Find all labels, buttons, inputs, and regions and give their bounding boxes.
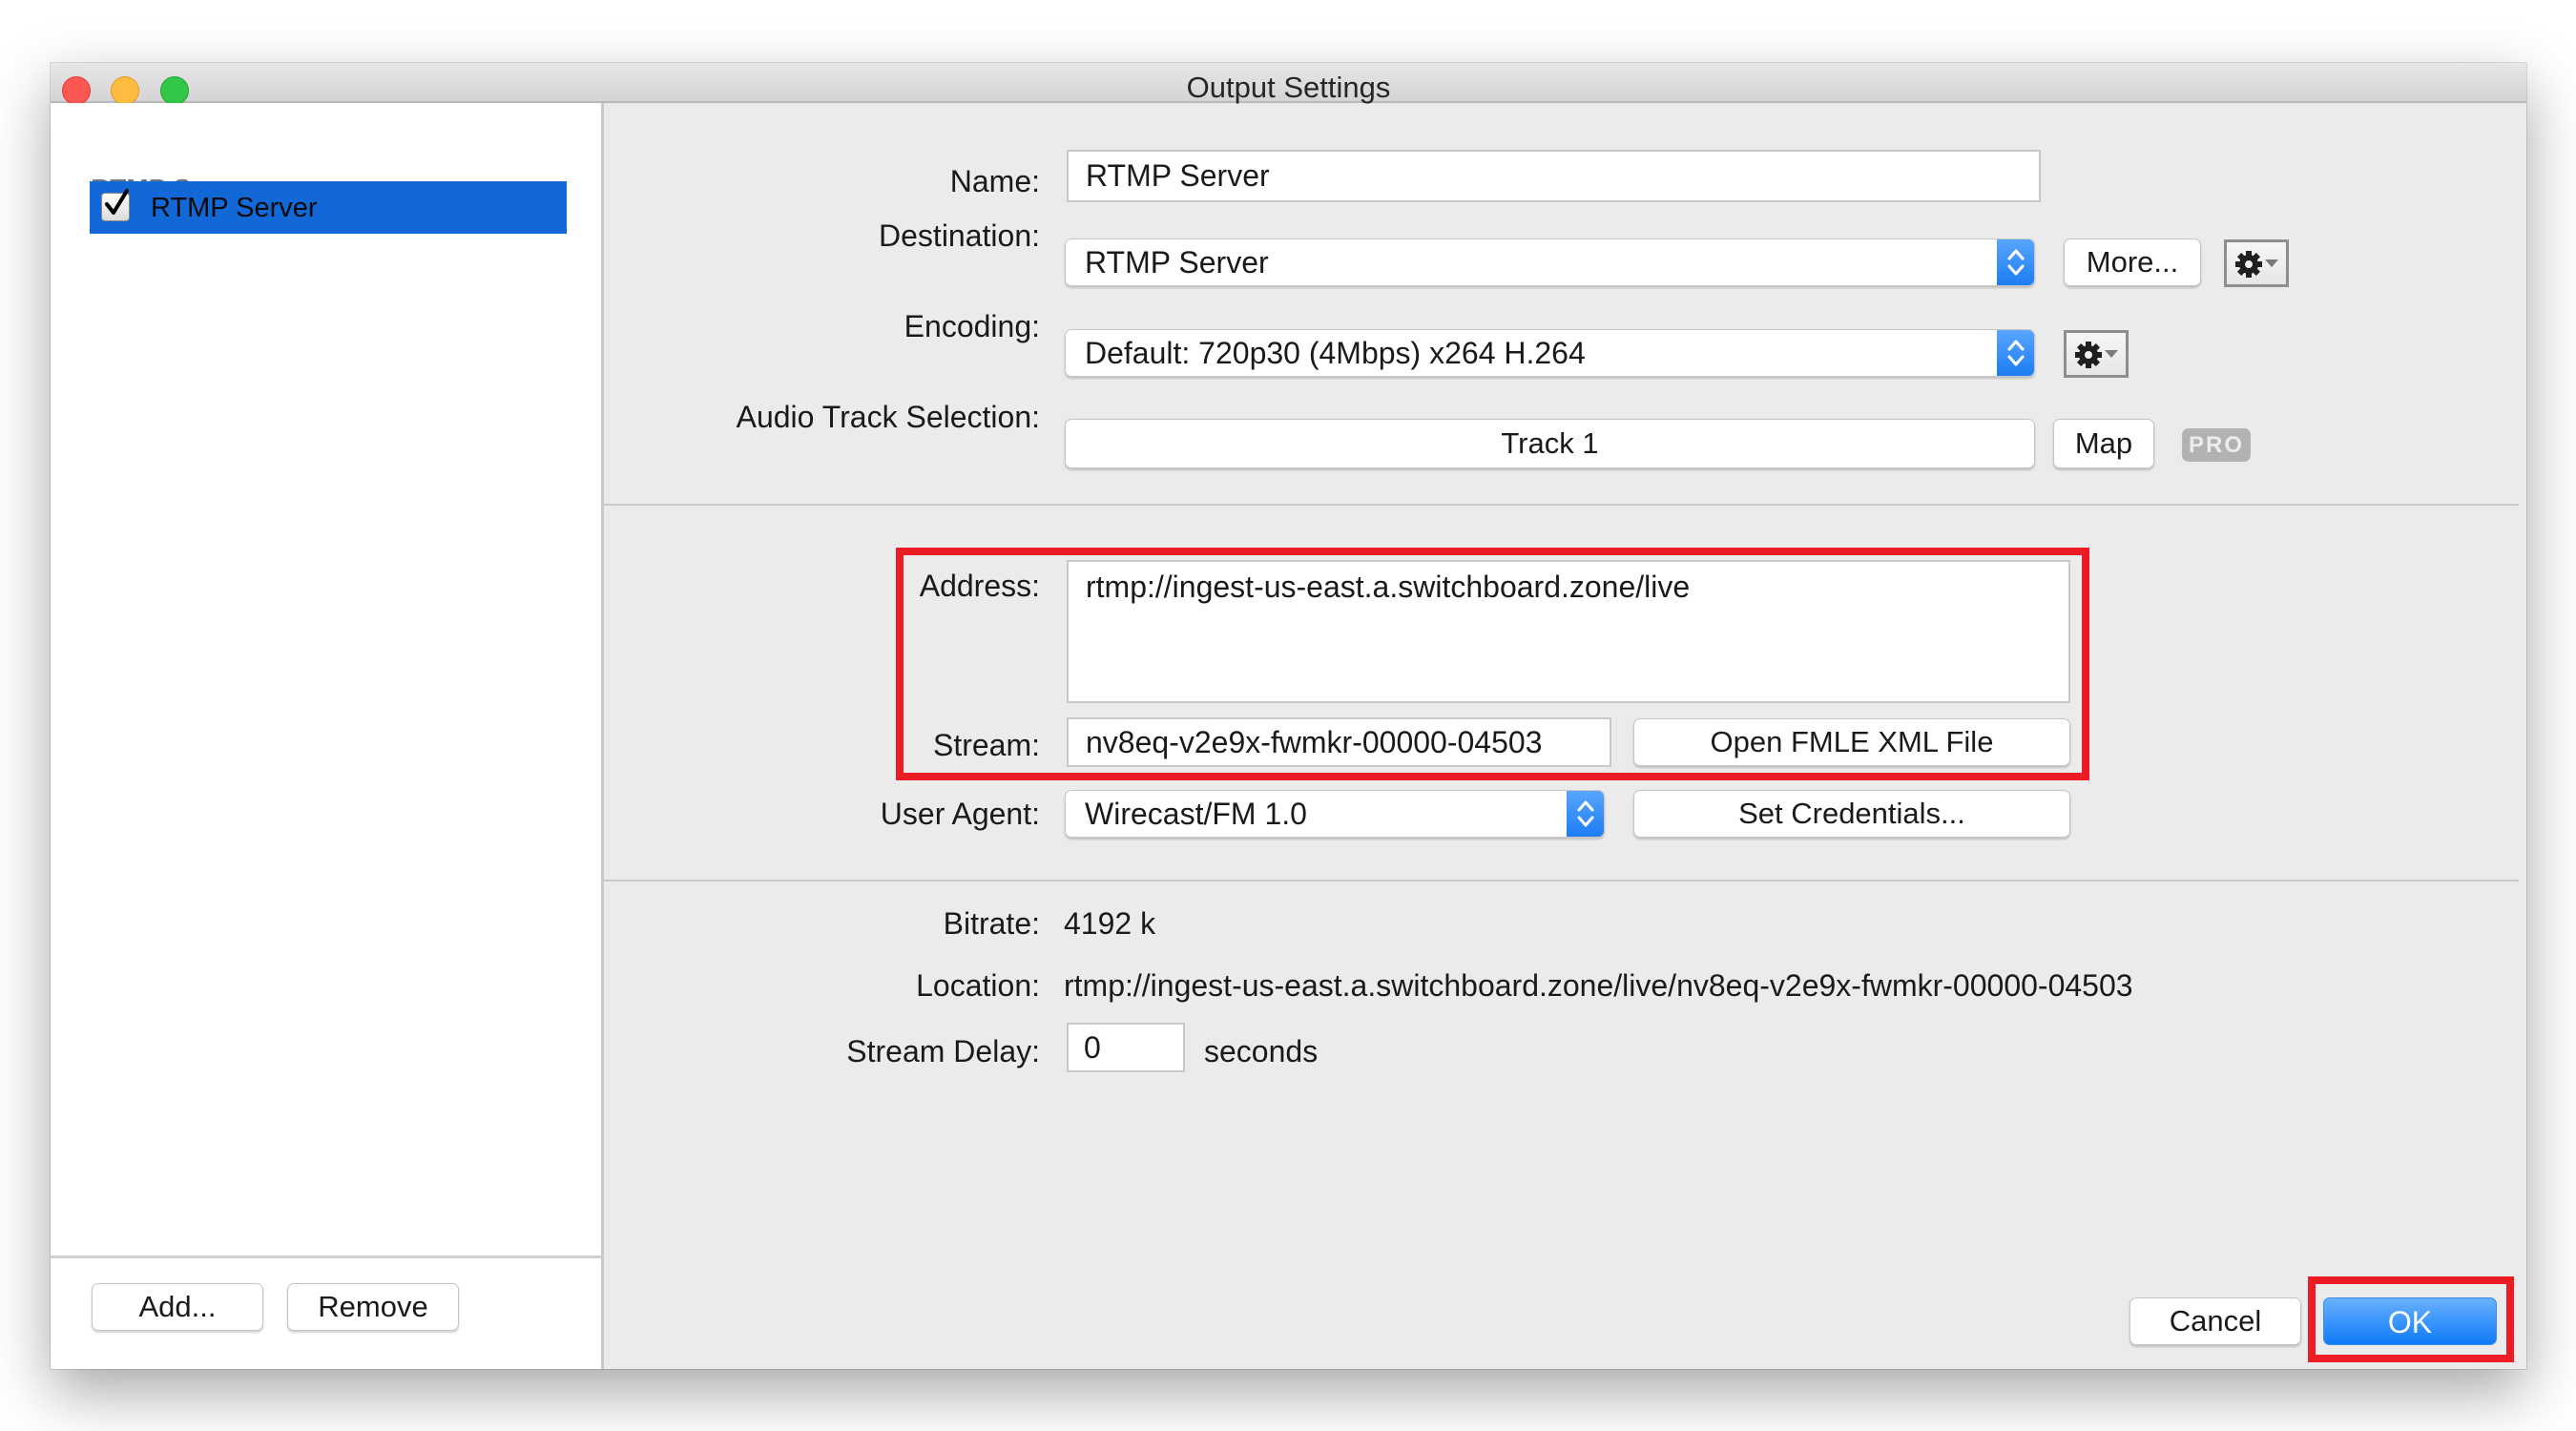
user-agent-value: Wirecast/FM 1.0: [1085, 797, 1307, 831]
more-button[interactable]: More...: [2064, 238, 2201, 286]
address-textarea[interactable]: rtmp://ingest-us-east.a.switchboard.zone…: [1067, 560, 2070, 703]
address-label: Address:: [919, 569, 1040, 603]
destination-label: Destination:: [879, 218, 1040, 253]
outputs-sidebar: RTMP Server RTMP Server Add... Remove: [51, 103, 604, 1369]
location-label: Location:: [916, 968, 1040, 1003]
destination-stepper[interactable]: [1997, 239, 2034, 285]
section-divider: [604, 504, 2519, 506]
enable-output-checkbox[interactable]: [101, 189, 130, 221]
bitrate-label: Bitrate:: [943, 906, 1040, 941]
encoding-value: Default: 720p30 (4Mbps) x264 H.264: [1085, 336, 1586, 370]
sidebar-footer: Add... Remove: [51, 1255, 601, 1369]
pro-badge: PRO: [2182, 428, 2251, 462]
encoding-label: Encoding:: [904, 309, 1040, 343]
title-bar[interactable]: Output Settings: [51, 63, 2526, 105]
destination-gear-menu[interactable]: [2224, 239, 2289, 287]
stream-delay-input[interactable]: 0: [1067, 1023, 1185, 1072]
window-title: Output Settings: [1186, 71, 1391, 104]
stream-label: Stream:: [932, 728, 1040, 762]
destination-value: RTMP Server: [1085, 245, 1269, 280]
bitrate-value: 4192 k: [1064, 906, 1156, 941]
set-credentials-button[interactable]: Set Credentials...: [1633, 790, 2070, 838]
location-value: rtmp://ingest-us-east.a.switchboard.zone…: [1064, 968, 2133, 1003]
user-agent-stepper[interactable]: [1567, 791, 1604, 837]
up-down-chevron-icon: [2007, 249, 2025, 276]
user-agent-select[interactable]: Wirecast/FM 1.0: [1065, 790, 1605, 838]
audio-track-label: Audio Track Selection:: [736, 400, 1040, 434]
name-label: Name:: [949, 164, 1040, 198]
section-divider: [604, 880, 2519, 881]
remove-output-button[interactable]: Remove: [287, 1283, 459, 1331]
gear-dropdown-icon: [2235, 251, 2278, 278]
ok-button[interactable]: OK: [2323, 1297, 2497, 1345]
destination-select[interactable]: RTMP Server: [1065, 238, 2035, 286]
open-fmle-xml-button[interactable]: Open FMLE XML File: [1633, 718, 2070, 766]
encoding-gear-menu[interactable]: [2064, 330, 2129, 378]
audio-track-selector[interactable]: Track 1: [1065, 419, 2035, 468]
user-agent-label: User Agent:: [880, 797, 1040, 831]
output-settings-window: Output Settings RTMP Server RTMP Server …: [51, 63, 2526, 1369]
checkmark-icon: [105, 189, 129, 215]
encoding-select[interactable]: Default: 720p30 (4Mbps) x264 H.264: [1065, 329, 2035, 377]
stream-delay-unit: seconds: [1204, 1034, 1319, 1068]
map-button[interactable]: Map: [2053, 419, 2154, 468]
name-input[interactable]: RTMP Server: [1067, 150, 2041, 202]
gear-dropdown-icon: [2075, 342, 2118, 368]
encoding-stepper[interactable]: [1997, 330, 2034, 376]
sidebar-item-label: RTMP Server: [151, 193, 318, 223]
sidebar-item-rtmp-server[interactable]: RTMP Server: [90, 181, 567, 234]
add-output-button[interactable]: Add...: [92, 1283, 263, 1331]
stream-delay-label: Stream Delay:: [846, 1034, 1040, 1068]
up-down-chevron-icon: [2007, 340, 2025, 366]
stream-key-input[interactable]: nv8eq-v2e9x-fwmkr-00000-04503: [1067, 717, 1611, 767]
up-down-chevron-icon: [1577, 800, 1594, 827]
cancel-button[interactable]: Cancel: [2129, 1297, 2301, 1345]
